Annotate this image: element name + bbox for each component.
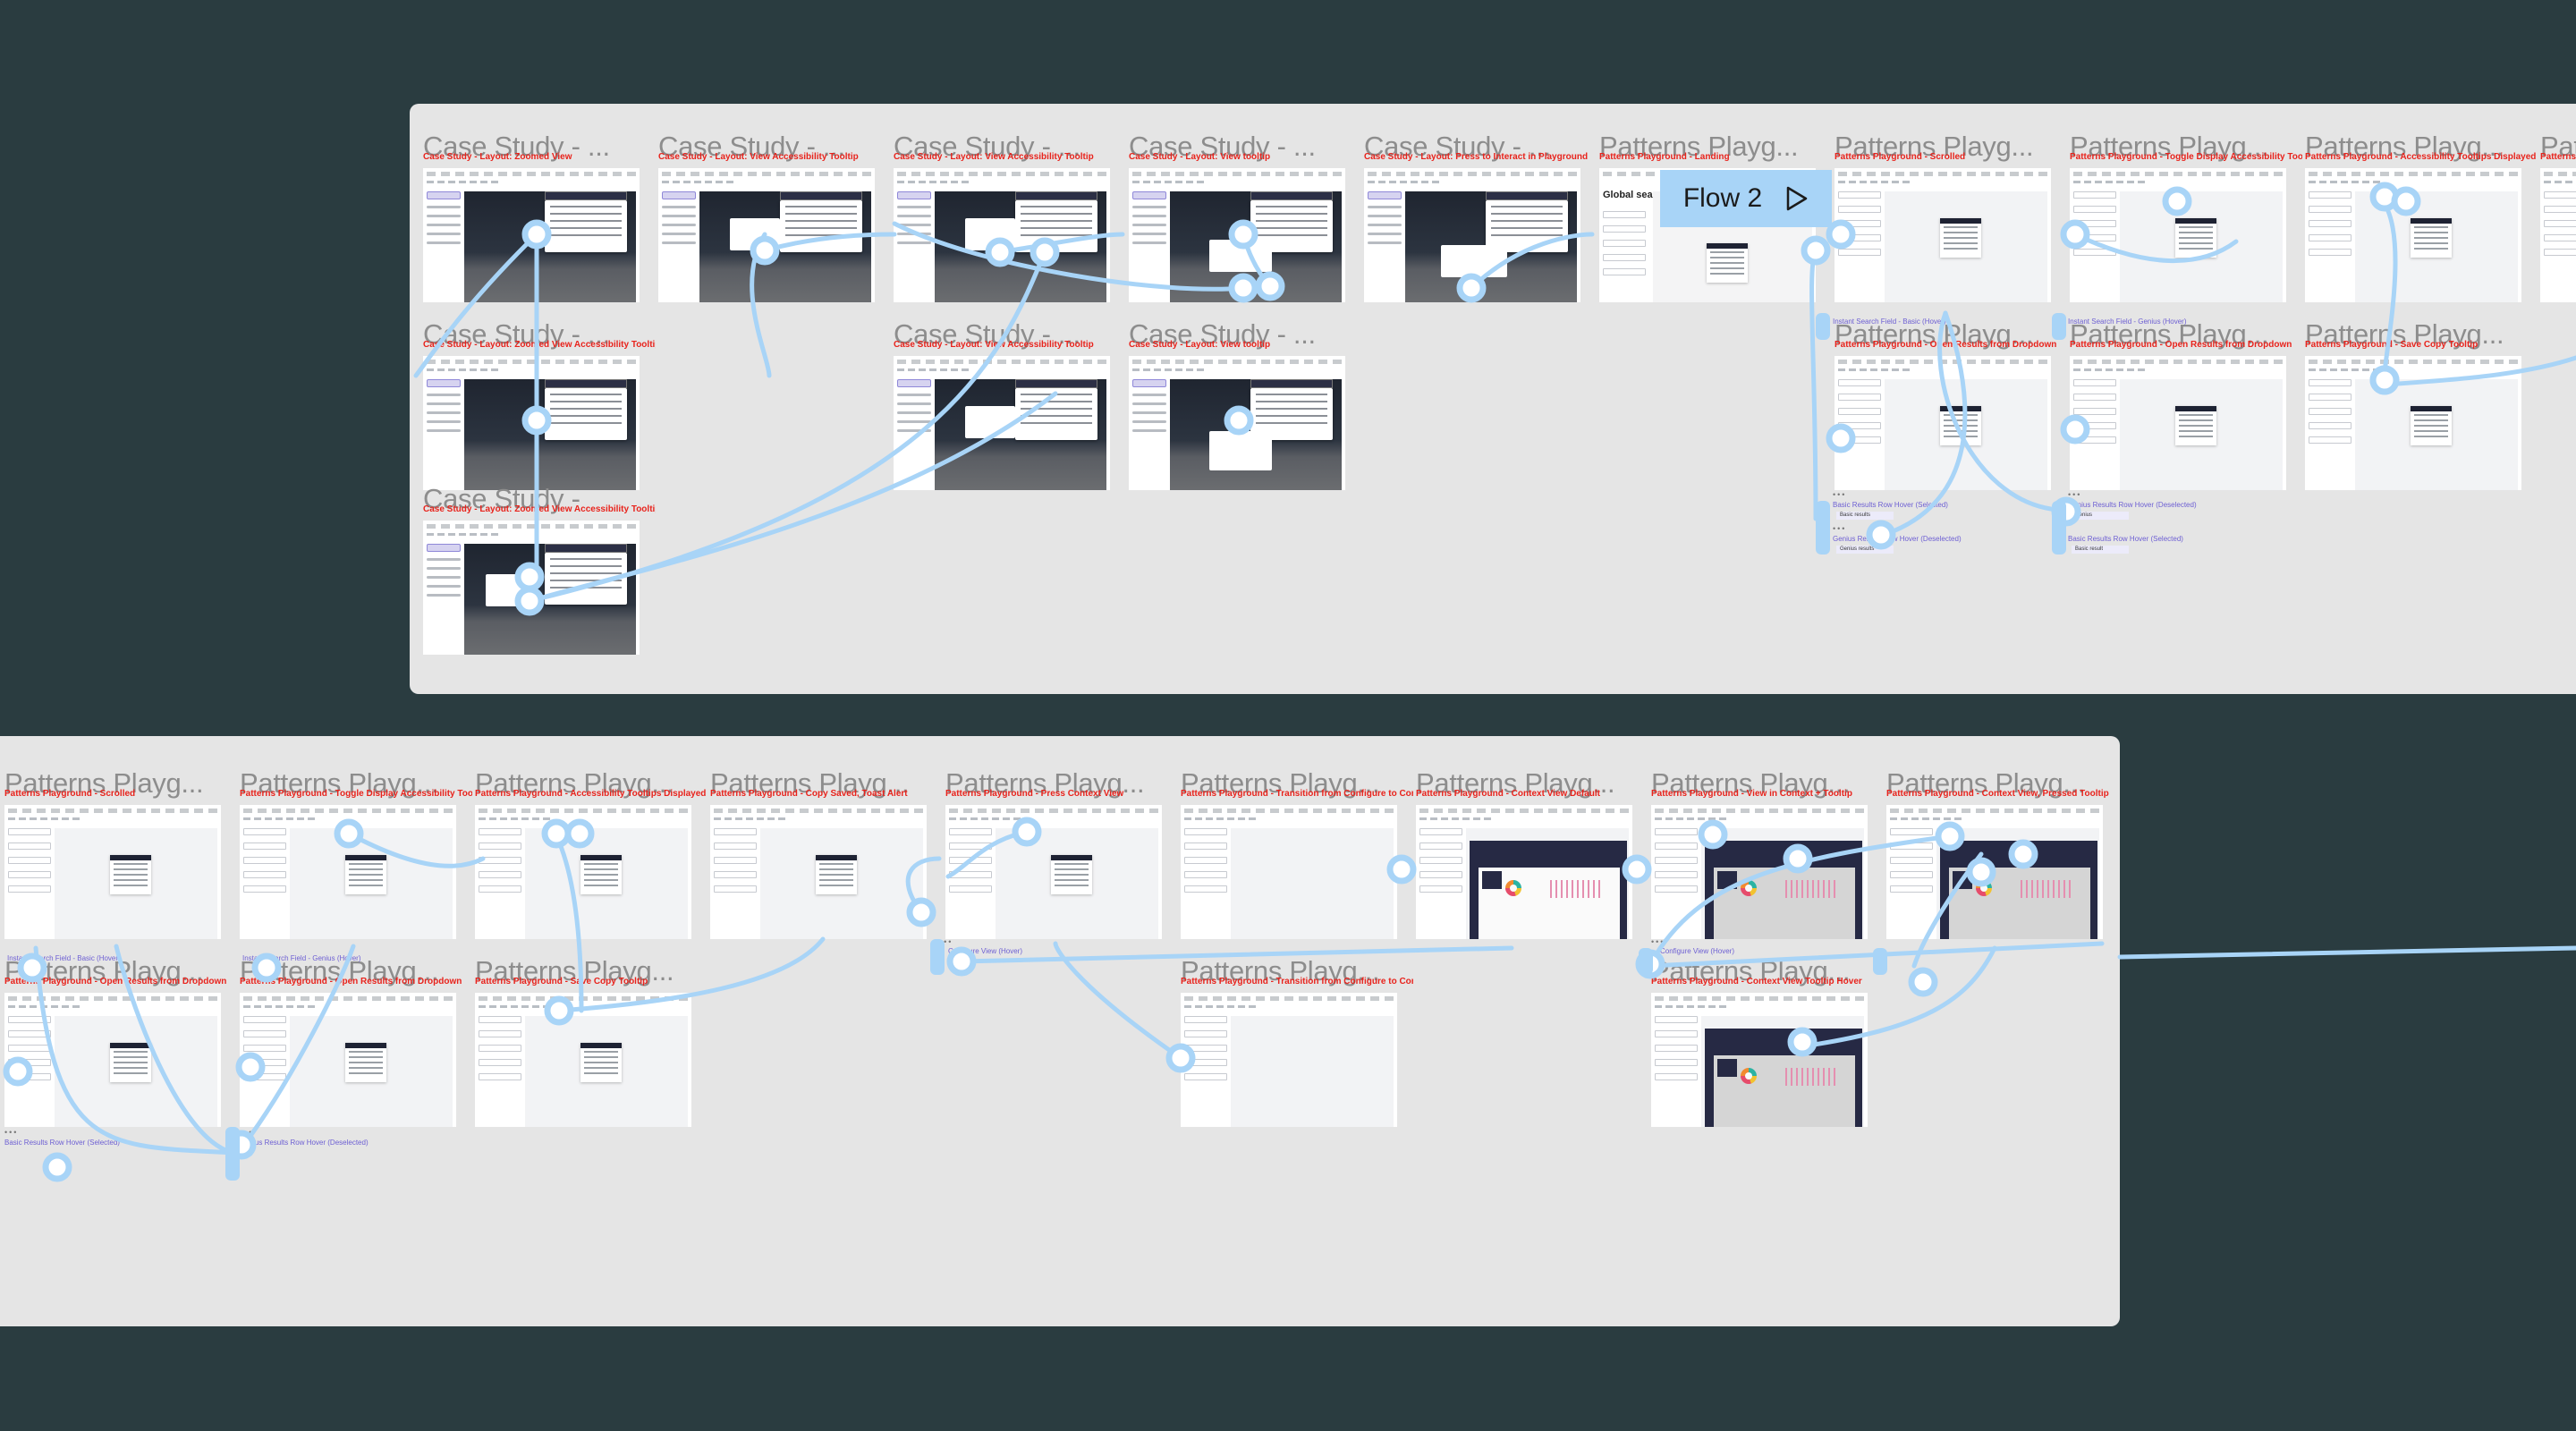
frame-subtitle: Patterns Playground - Context View Toolt… [1651, 977, 1862, 986]
frame-subtitle: Case Study - Layout: View Accessibility … [894, 152, 1094, 162]
component-label: Genius Results Row Hover (Deselected) [240, 1139, 369, 1147]
component-field: Genius results [1836, 546, 1894, 554]
more-icon: ••• [4, 1128, 19, 1137]
more-icon: ••• [1833, 524, 1847, 533]
component-label: Genius Results Row Hover (Deselected) [1833, 535, 1962, 543]
frame-subtitle: Case Study - Layout: Zoomed View Accessi… [423, 504, 656, 514]
component-label: Basic Results Row Hover (Selected) [1833, 501, 1948, 509]
flow-start-badge[interactable]: Flow 2 [1660, 170, 1832, 227]
frame-thumbnail[interactable] [423, 168, 640, 302]
frame-thumbnail[interactable] [1886, 805, 2103, 939]
frame-subtitle: Patterns Playground - Open Results from … [4, 977, 227, 986]
frame-thumbnail[interactable] [1835, 356, 2051, 490]
frame-thumbnail[interactable] [1651, 805, 1868, 939]
frame-thumbnail[interactable] [240, 805, 456, 939]
frame-thumbnail[interactable] [475, 805, 691, 939]
frame-thumbnail[interactable] [894, 356, 1110, 490]
component-label: Instant Search Field - Basic (Hover) [7, 954, 121, 962]
donut-chart-icon [1741, 880, 1757, 896]
frame-subtitle: Patterns Playground - Context View Defau… [1416, 789, 1600, 799]
frame-thumbnail[interactable] [1129, 356, 1345, 490]
frame-thumbnail[interactable] [1181, 993, 1397, 1127]
frame-subtitle: Patterns Playground - Save Copy Tooltip [475, 977, 648, 986]
frame-subtitle: Patterns Playground - Open Results from … [1835, 340, 2057, 350]
frame-thumbnail[interactable] [945, 805, 1162, 939]
frame-subtitle: Patterns Playground - Accessibility Tool… [2305, 152, 2537, 162]
component-label: Instant Search Field - Basic (Hover) [1833, 318, 1946, 326]
frame-thumbnail[interactable] [658, 168, 875, 302]
donut-chart-icon [1505, 880, 1521, 896]
frame-thumbnail[interactable] [894, 168, 1110, 302]
frame-subtitle: Patterns Playground - Scrolled [1835, 152, 1966, 162]
component-label: Instant Search Field - Genius (Hover) [242, 954, 361, 962]
frame-thumbnail[interactable] [4, 993, 221, 1127]
frame-subtitle: Patterns Playground - Open Results from … [240, 977, 462, 986]
component-field: Basic results [1836, 512, 1894, 520]
frame-subtitle: Case Study - Layout: Zoomed View [423, 152, 572, 162]
frame-subtitle: Patterns Playground - Press Context View [945, 789, 1124, 799]
frame-thumbnail[interactable] [2070, 356, 2286, 490]
frame-subtitle: Patterns Playground - Toggle Display Acc… [2070, 152, 2302, 162]
frame-thumbnail[interactable] [710, 805, 927, 939]
frame-subtitle: Patterns Playground - Landing [1599, 152, 1730, 162]
frame-thumbnail[interactable] [1129, 168, 1345, 302]
frame-thumbnail[interactable] [475, 993, 691, 1127]
frame-subtitle: Patterns Playground - Toggle Display Acc… [240, 789, 472, 799]
frame-subtitle: Patterns Playground - Transition from Co… [1181, 977, 1413, 986]
component-label: Instant Search Field - Genius (Hover) [2068, 318, 2187, 326]
play-icon[interactable] [1785, 185, 1809, 212]
frame-thumbnail[interactable] [1181, 805, 1397, 939]
frame-subtitle: Case Study - Layout: Press to Interact i… [1364, 152, 1589, 162]
frame-subtitle: Patterns Playground - Open Results from … [2070, 340, 2292, 350]
frame-thumbnail[interactable] [2540, 168, 2576, 302]
flow-section-bottom: Patterns Playg... Patterns Playground - … [0, 736, 2120, 1326]
frame-thumbnail[interactable] [1416, 805, 1632, 939]
frame-subtitle: Case Study - Layout: View Accessibility … [894, 340, 1094, 350]
frame-thumbnail[interactable] [2070, 168, 2286, 302]
donut-chart-icon [1976, 880, 1992, 896]
component-label: Configure View (Hover) [1660, 947, 1734, 955]
frame-subtitle: Case Study - Layout: View tooltip [1129, 152, 1271, 162]
frame-thumbnail[interactable] [1835, 168, 2051, 302]
frame-subtitle: Patterns Playground - Copy Saved, Toast … [710, 789, 908, 799]
frame-thumbnail[interactable] [2305, 356, 2521, 490]
component-label: Genius Results Row Hover (Deselected) [2068, 501, 2197, 509]
component-label: Basic Results Row Hover (Selected) [4, 1139, 120, 1147]
frame-subtitle: Patterns Playground - View in Context + … [1651, 789, 1852, 799]
frame-thumbnail[interactable] [423, 521, 640, 655]
more-icon: ••• [1651, 937, 1665, 946]
frame-subtitle: Patterns Playground - Scrolled [4, 789, 136, 799]
more-icon: ••• [2068, 490, 2082, 499]
component-label: Configure View (Hover) [948, 947, 1022, 955]
flow-label[interactable]: Flow 2 [1683, 183, 1762, 214]
more-icon: ••• [240, 1128, 254, 1137]
donut-chart-icon [1741, 1068, 1757, 1084]
component-field: Genius [2072, 512, 2129, 520]
frame-thumbnail[interactable] [240, 993, 456, 1127]
frame-thumbnail[interactable] [2305, 168, 2521, 302]
more-icon: ••• [1833, 490, 1847, 499]
frame-thumbnail[interactable] [423, 356, 640, 490]
frame-subtitle: Case Study - Layout: Zoomed View Accessi… [423, 340, 656, 350]
more-icon: ••• [939, 937, 953, 946]
connector [2117, 945, 2576, 960]
frame-subtitle: Patterns Playground - Save Copy Tooltip [2305, 340, 2479, 350]
flow-section-top: Case Study - ... Case Study - Layout: Zo… [410, 104, 2576, 694]
frame-subtitle: Case Study - Layout: View Accessibility … [658, 152, 859, 162]
frame-thumbnail[interactable] [1651, 993, 1868, 1127]
frame-subtitle: Patterns Pl [2540, 152, 2576, 162]
component-field: Basic result [2072, 546, 2129, 554]
component-label: Basic Results Row Hover (Selected) [2068, 535, 2183, 543]
frame-thumbnail[interactable] [4, 805, 221, 939]
frame-subtitle: Patterns Playground - Context View, Pres… [1886, 789, 2109, 799]
frame-subtitle: Patterns Playground - Transition from Co… [1181, 789, 1413, 799]
frame-subtitle: Patterns Playground - Accessibility Tool… [475, 789, 707, 799]
frame-thumbnail[interactable] [1364, 168, 1580, 302]
frame-subtitle: Case Study - Layout: View tooltip [1129, 340, 1271, 350]
